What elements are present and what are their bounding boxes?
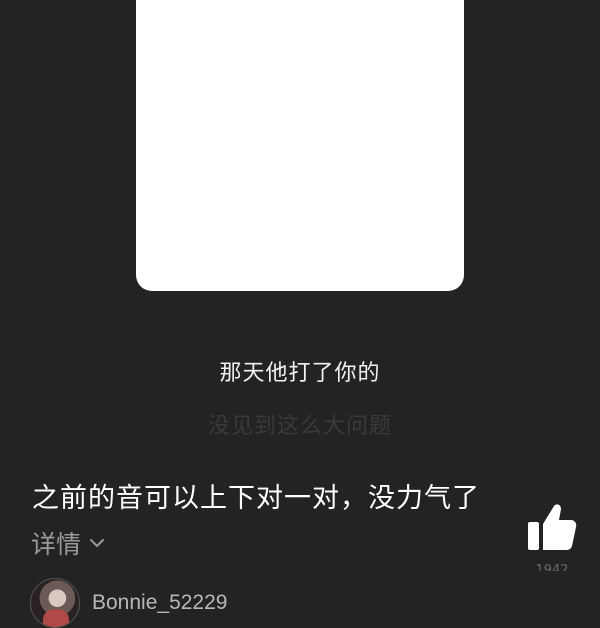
post-caption: 之前的音可以上下对一对，没力气了 — [32, 483, 480, 514]
cover-image-card — [136, 0, 464, 291]
lyric-current-line: 那天他打了你的 — [219, 361, 381, 386]
chevron-down-icon — [90, 539, 105, 547]
details-toggle[interactable]: 详情 — [31, 525, 107, 561]
details-label: 详情 — [31, 530, 82, 559]
lyric-next-line: 没见到这么大问题 — [207, 414, 392, 439]
author-username[interactable]: Bonnie_52229 — [92, 591, 227, 615]
like-count: 1942 — [535, 563, 569, 571]
thumbs-up-icon[interactable] — [526, 500, 578, 554]
